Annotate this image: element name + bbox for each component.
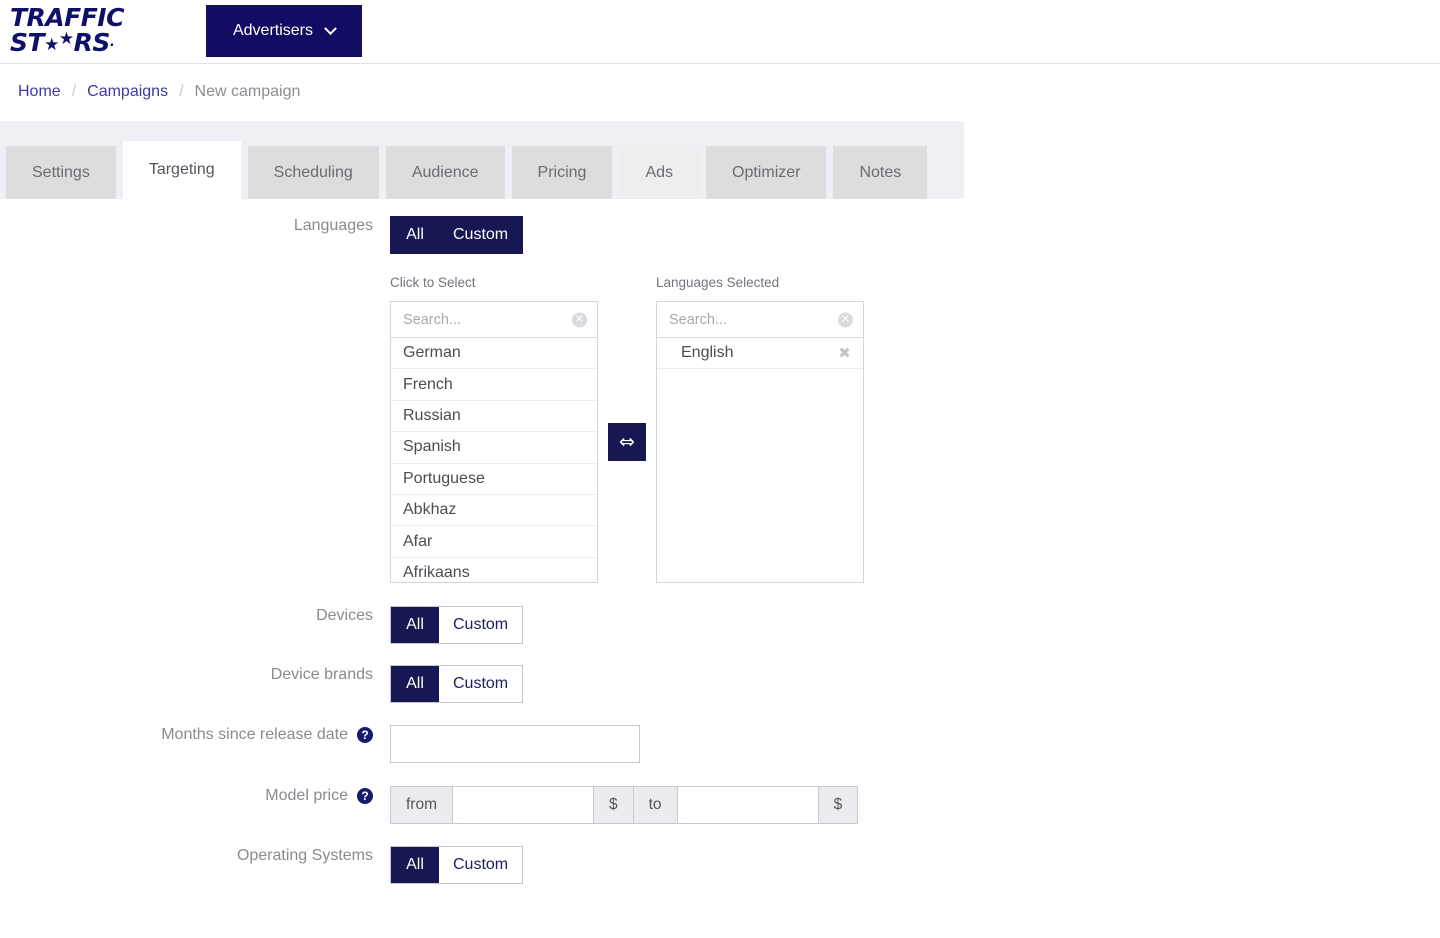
device-brands-label: Device brands: [270, 666, 373, 683]
selected-language-label: English: [681, 344, 734, 362]
device-brands-toggle-all[interactable]: All: [391, 666, 439, 702]
model-price-from-input[interactable]: [453, 786, 593, 824]
breadcrumb-separator: /: [179, 83, 184, 100]
tab-audience[interactable]: Audience: [385, 146, 505, 199]
logo-line-1: TRAFFIC: [10, 3, 124, 32]
available-panel-box: ✕ German French Russian Spanish Portugue…: [390, 301, 598, 583]
operating-systems-label: Operating Systems: [236, 847, 373, 864]
list-item[interactable]: Portuguese: [391, 464, 597, 495]
tab-optimizer[interactable]: Optimizer: [706, 146, 827, 199]
list-item[interactable]: Russian: [391, 401, 597, 433]
form-row-model-price: Model price ? from $ to $: [0, 786, 1440, 824]
available-search-input[interactable]: [391, 302, 597, 337]
breadcrumb-separator: /: [71, 83, 77, 100]
languages-toggle-all[interactable]: All: [391, 217, 439, 253]
selected-panel-title: Languages Selected: [656, 275, 780, 290]
language-dual-list: Click to Select ✕ German French Russian …: [390, 275, 864, 583]
logo-line-2: ST ★ ★ RS .: [10, 30, 150, 55]
question-mark-icon[interactable]: ?: [357, 787, 373, 804]
devices-toggle-custom[interactable]: Custom: [439, 607, 523, 643]
form-row-operating-systems: Operating Systems All Custom: [0, 846, 1440, 884]
advertisers-label: Advertisers: [232, 22, 314, 39]
model-price-to-input[interactable]: [677, 786, 818, 824]
selected-language-list: English ✖: [657, 338, 863, 370]
devices-toggle[interactable]: All Custom: [390, 606, 524, 644]
form-row-months-since-release: Months since release date ?: [0, 725, 1440, 763]
form-row-language-selector: Click to Select ✕ German French Russian …: [0, 275, 1440, 583]
list-item[interactable]: Afar: [391, 526, 597, 558]
operating-systems-toggle-all[interactable]: All: [391, 847, 439, 883]
model-price-to-addon: to: [633, 786, 678, 824]
selected-search-row: ✕: [657, 302, 863, 338]
model-price-from-addon: from: [390, 786, 453, 824]
model-price-label: Model price ?: [0, 786, 390, 805]
swap-left-right-arrow-icon[interactable]: ⇔: [608, 423, 646, 461]
top-header-bar: TRAFFIC ST ★ ★ RS . Advertisers: [0, 0, 1440, 64]
clear-circle-icon[interactable]: ✕: [838, 312, 853, 327]
devices-toggle-all[interactable]: All: [391, 607, 439, 643]
device-brands-toggle-custom[interactable]: Custom: [439, 666, 523, 702]
breadcrumb-item-home[interactable]: Home: [18, 83, 61, 101]
question-mark-icon[interactable]: ?: [357, 726, 373, 743]
form-row-languages: Languages All Custom: [0, 216, 1440, 254]
trafficstars-logo[interactable]: TRAFFIC ST ★ ★ RS .: [10, 5, 150, 55]
available-search-row: ✕: [391, 302, 597, 338]
months-since-release-input[interactable]: [390, 725, 640, 763]
tab-ads[interactable]: Ads: [619, 146, 700, 199]
swap-button-wrapper: ⇔: [598, 301, 656, 583]
tab-scheduling[interactable]: Scheduling: [247, 146, 379, 199]
devices-label: Devices: [316, 607, 373, 624]
months-since-release-text: Months since release date: [161, 726, 348, 743]
clear-circle-icon[interactable]: ✕: [572, 312, 587, 327]
logo-star-icon-2: ★: [58, 29, 74, 49]
months-since-release-label: Months since release date ?: [0, 725, 390, 744]
list-item[interactable]: English ✖: [657, 338, 863, 370]
available-languages-panel: Click to Select ✕ German French Russian …: [390, 275, 598, 583]
targeting-form: Languages All Custom Click to Select ✕ G…: [0, 216, 1440, 884]
selected-search-input[interactable]: [657, 302, 863, 337]
list-item[interactable]: Abkhaz: [391, 495, 597, 527]
available-language-list: German French Russian Spanish Portuguese…: [391, 338, 597, 582]
logo-line2-suffix: RS: [73, 28, 111, 57]
logo-line2-prefix: ST: [10, 28, 45, 57]
list-item[interactable]: Spanish: [391, 432, 597, 464]
model-price-text: Model price: [265, 787, 348, 804]
breadcrumb-item-new-campaign: New campaign: [194, 83, 301, 100]
list-item[interactable]: French: [391, 369, 597, 401]
form-row-device-brands: Device brands All Custom: [0, 665, 1440, 703]
advertisers-dropdown-button[interactable]: Advertisers: [206, 5, 362, 57]
model-price-input-group: from $ to $: [390, 786, 859, 824]
languages-label: Languages: [293, 217, 373, 234]
device-brands-toggle[interactable]: All Custom: [390, 665, 524, 703]
languages-toggle[interactable]: All Custom: [390, 216, 524, 254]
available-panel-title: Click to Select: [390, 275, 476, 290]
model-price-from-currency-addon: $: [593, 786, 634, 824]
tab-settings[interactable]: Settings: [6, 146, 116, 199]
chevron-down-icon: [324, 21, 337, 35]
breadcrumb-item-campaigns[interactable]: Campaigns: [87, 83, 168, 101]
selected-languages-panel: Languages Selected ✕ English ✖: [656, 275, 864, 583]
list-item[interactable]: German: [391, 338, 597, 370]
model-price-to-currency-addon: $: [817, 786, 859, 824]
campaign-tab-strip: Settings Targeting Scheduling Audience P…: [0, 121, 964, 199]
logo-dot: .: [109, 35, 115, 50]
selected-panel-box: ✕ English ✖: [656, 301, 864, 583]
languages-toggle-custom[interactable]: Custom: [439, 217, 523, 253]
operating-systems-toggle[interactable]: All Custom: [390, 846, 524, 884]
operating-systems-toggle-custom[interactable]: Custom: [439, 847, 523, 883]
tab-notes[interactable]: Notes: [833, 146, 928, 199]
form-row-devices: Devices All Custom: [0, 606, 1440, 644]
list-item[interactable]: Afrikaans: [391, 558, 597, 582]
logo-star-icon-1: ★: [44, 35, 59, 55]
remove-icon[interactable]: ✖: [838, 344, 851, 362]
tab-targeting[interactable]: Targeting: [122, 141, 241, 199]
breadcrumb: Home / Campaigns / New campaign: [0, 64, 1440, 121]
tab-pricing[interactable]: Pricing: [511, 146, 613, 199]
